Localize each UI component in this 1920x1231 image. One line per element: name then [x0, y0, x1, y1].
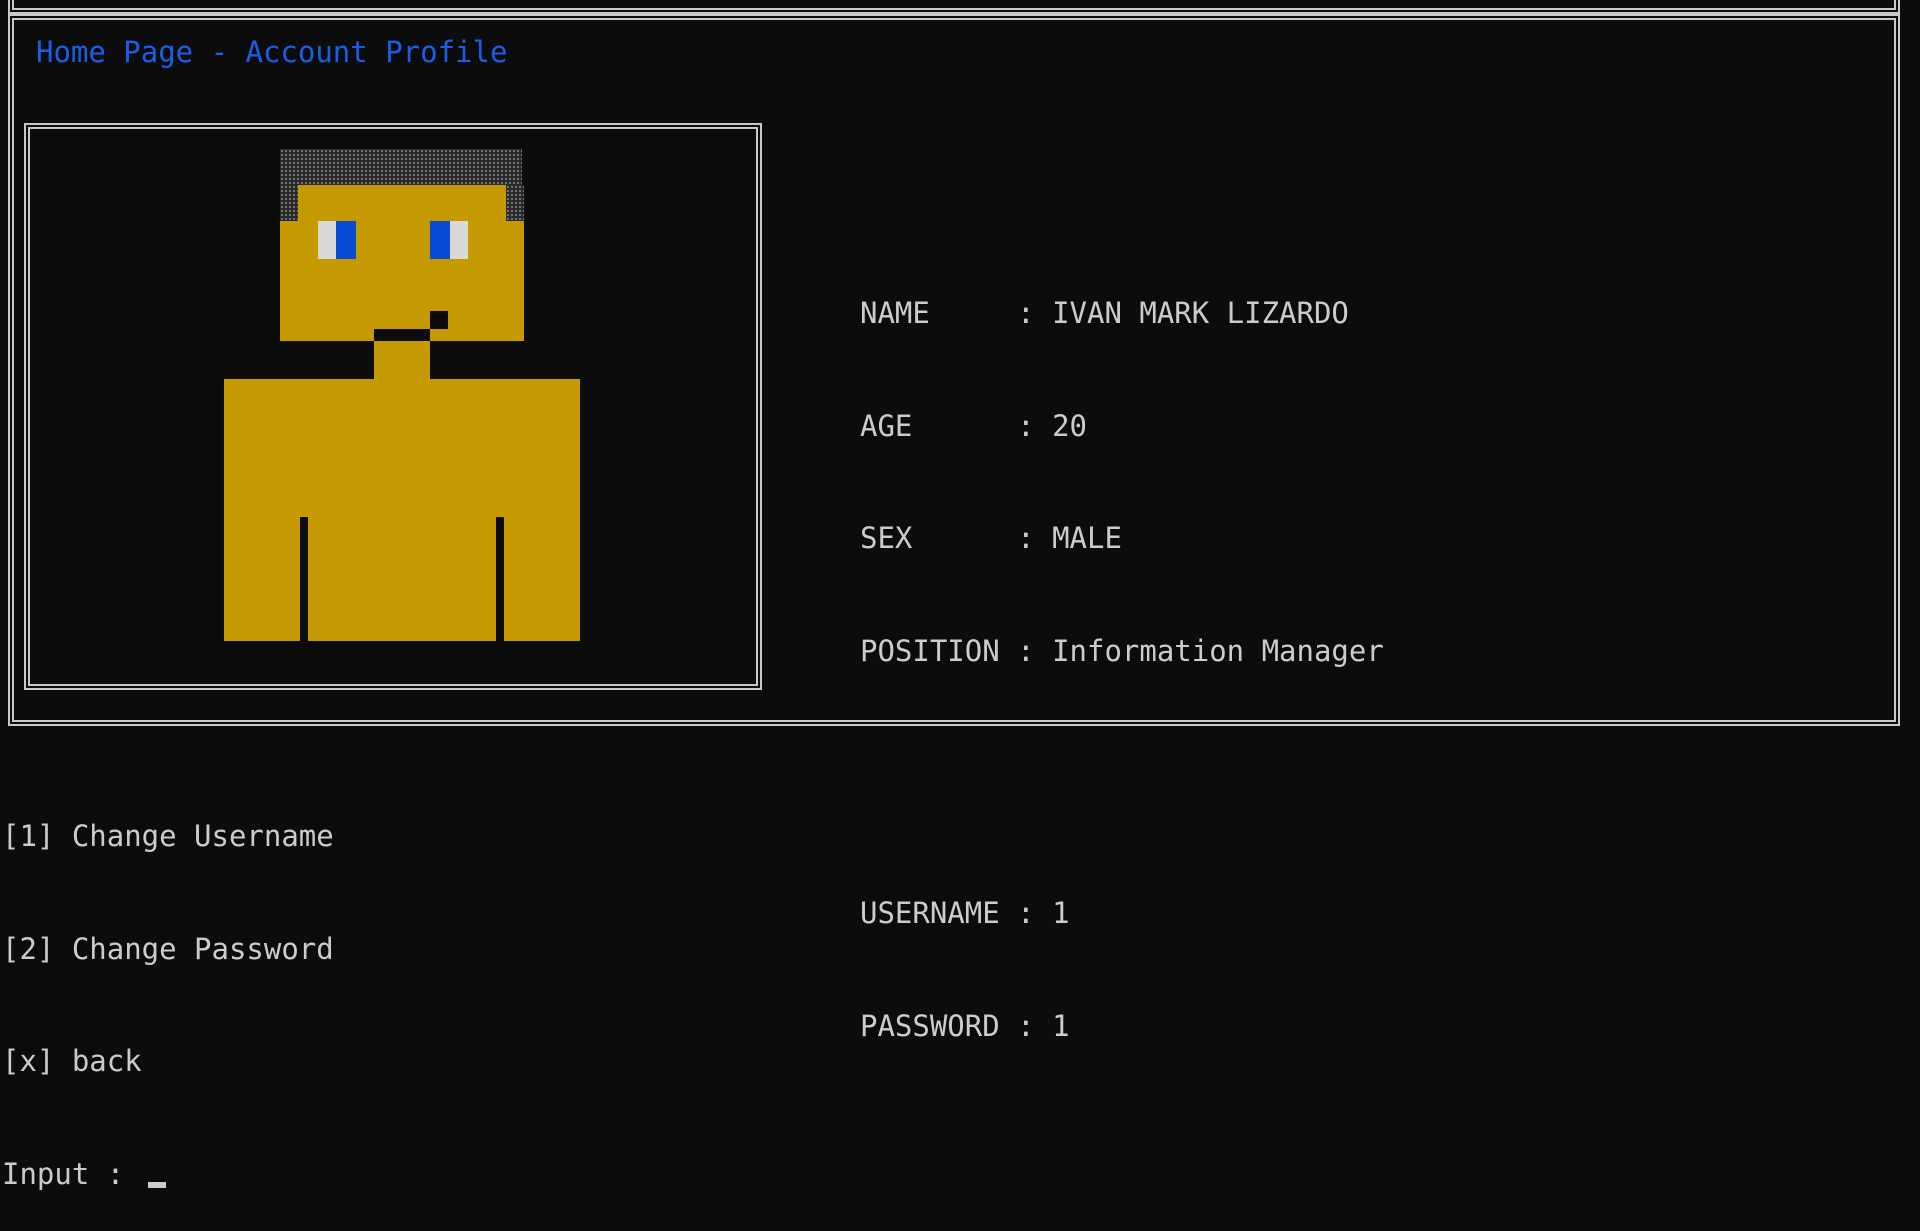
menu-change-username[interactable]: [1] Change Username — [2, 818, 334, 856]
input-prompt[interactable]: Input : — [2, 1156, 334, 1194]
avatar-body — [224, 379, 580, 641]
text-cursor[interactable] — [147, 1181, 166, 1188]
command-menu: [1] Change Username [2] Change Password … — [2, 743, 334, 1231]
age-value: 20 — [1052, 408, 1087, 443]
avatar-right-eye-white — [450, 221, 468, 259]
avatar-hair-right-side — [506, 185, 524, 221]
username-value: 1 — [1052, 896, 1070, 930]
avatar-left-eye-white — [318, 221, 336, 259]
avatar-right-arm-line — [496, 517, 504, 641]
name-label: NAME : — [860, 296, 1053, 330]
top-frame-border — [8, 0, 1900, 14]
password-value: 1 — [1052, 1008, 1070, 1043]
username-label: USERNAME : — [860, 896, 1053, 930]
name-value: IVAN MARK LIZARDO — [1052, 296, 1349, 330]
page-title: Home Page - Account Profile — [36, 35, 508, 69]
avatar-mouth-corner — [430, 311, 448, 329]
sex-row: SEX : MALE — [860, 520, 1384, 558]
position-value: Information Manager — [1052, 633, 1384, 668]
avatar-neck — [374, 341, 430, 379]
avatar-left-eye-iris — [336, 221, 356, 259]
position-row: POSITION : Information Manager — [860, 633, 1384, 671]
avatar-hair-left-side — [280, 185, 298, 221]
password-label: PASSWORD : — [860, 1008, 1053, 1043]
avatar — [30, 129, 756, 684]
input-label: Input : — [2, 1156, 142, 1191]
username-row: USERNAME : 1 — [860, 895, 1384, 933]
sex-value: MALE — [1052, 521, 1122, 555]
position-label: POSITION : — [860, 633, 1053, 668]
password-row: PASSWORD : 1 — [860, 1008, 1384, 1046]
avatar-frame — [24, 123, 762, 690]
menu-change-password[interactable]: [2] Change Password — [2, 931, 334, 969]
name-row: NAME : IVAN MARK LIZARDO — [860, 295, 1384, 333]
profile-info: NAME : IVAN MARK LIZARDO AGE : 20 SEX : … — [860, 220, 1384, 1083]
age-label: AGE : — [860, 408, 1053, 443]
avatar-head — [280, 185, 524, 341]
avatar-left-arm-line — [300, 517, 308, 641]
avatar-right-eye-iris — [430, 221, 450, 259]
menu-back[interactable]: [x] back — [2, 1043, 334, 1081]
sex-label: SEX : — [860, 521, 1053, 555]
age-row: AGE : 20 — [860, 408, 1384, 446]
